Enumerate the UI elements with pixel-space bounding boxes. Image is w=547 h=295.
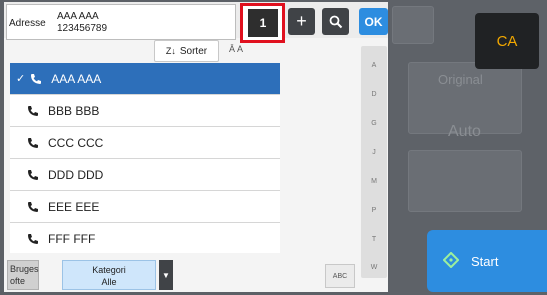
contact-name: EEE EEE bbox=[48, 199, 100, 214]
address-name: AAA AAA bbox=[57, 11, 99, 22]
count-display: 1 bbox=[248, 9, 278, 37]
abc-button[interactable]: ABC bbox=[325, 264, 355, 288]
sort-az-icon: Z↓ bbox=[165, 46, 176, 56]
index-letter[interactable]: T bbox=[361, 236, 387, 243]
index-letter[interactable]: J bbox=[361, 149, 387, 156]
caret-down-icon: ▼ bbox=[162, 270, 170, 280]
contact-name: BBB BBB bbox=[48, 103, 100, 118]
phone-icon bbox=[24, 201, 42, 213]
tab-frequent[interactable]: Bruges ofte bbox=[7, 260, 39, 290]
category-dropdown-button[interactable]: ▼ bbox=[159, 260, 173, 290]
contact-row[interactable]: ✓ AAA AAA bbox=[10, 63, 280, 95]
count-highlight[interactable]: 1 bbox=[240, 3, 285, 43]
start-button[interactable]: Start bbox=[427, 230, 547, 292]
plus-icon: + bbox=[296, 11, 307, 31]
contact-name: CCC CCC bbox=[48, 135, 104, 150]
check-icon: ✓ bbox=[16, 73, 26, 85]
start-icon bbox=[442, 251, 460, 271]
tab-category[interactable]: Kategori Alle bbox=[62, 260, 156, 290]
contact-row[interactable]: DDD DDD bbox=[10, 159, 280, 191]
index-letter[interactable]: P bbox=[361, 207, 387, 214]
sort-row: Z↓ Sorter Ā A bbox=[4, 40, 354, 62]
phone-icon bbox=[27, 73, 45, 85]
phone-icon bbox=[24, 137, 42, 149]
bg-tile bbox=[392, 6, 434, 44]
tab-frequent-line2: ofte bbox=[10, 276, 26, 286]
index-scrollbar[interactable]: A D G J M P T W bbox=[361, 46, 387, 278]
address-row: Adresse AAA AAA 123456789 1 + OK bbox=[4, 2, 388, 43]
address-book-panel: Adresse AAA AAA 123456789 1 + OK Z↓ Sort… bbox=[4, 2, 388, 292]
address-number: 123456789 bbox=[57, 23, 108, 34]
address-label: Adresse bbox=[9, 18, 46, 29]
view-toggle-icon[interactable]: Ā A bbox=[229, 44, 243, 54]
tab-category-line1: Kategori bbox=[92, 265, 126, 275]
phone-icon bbox=[24, 233, 42, 245]
bg-original-label: Original bbox=[438, 72, 483, 87]
contact-name: FFF FFF bbox=[48, 231, 96, 246]
ca-button[interactable]: CA bbox=[475, 13, 539, 69]
add-button[interactable]: + bbox=[288, 8, 315, 35]
bg-tile bbox=[408, 150, 522, 212]
sort-label: Sorter bbox=[179, 45, 208, 57]
index-letter[interactable]: M bbox=[361, 178, 387, 185]
index-letter[interactable]: A bbox=[361, 62, 387, 69]
index-letter[interactable]: D bbox=[361, 91, 387, 98]
search-icon bbox=[329, 15, 342, 28]
contact-row[interactable]: EEE EEE bbox=[10, 191, 280, 223]
contact-row[interactable]: BBB BBB bbox=[10, 95, 280, 127]
search-button[interactable] bbox=[322, 8, 349, 35]
index-letter[interactable]: W bbox=[361, 264, 387, 271]
contact-row[interactable]: FFF FFF bbox=[10, 223, 280, 254]
index-letter[interactable]: G bbox=[361, 120, 387, 127]
address-field[interactable]: Adresse AAA AAA 123456789 bbox=[6, 4, 236, 40]
contact-row[interactable]: CCC CCC bbox=[10, 127, 280, 159]
contact-name: DDD DDD bbox=[48, 167, 104, 182]
sort-button[interactable]: Z↓ Sorter bbox=[154, 40, 219, 62]
bg-auto-label: Auto bbox=[448, 123, 481, 140]
contact-list: ✓ AAA AAA BBB BBB CCC CCC DDD DDD EEE EE… bbox=[10, 63, 280, 253]
tab-category-line2: Alle bbox=[101, 277, 117, 287]
ok-button[interactable]: OK bbox=[359, 8, 388, 35]
phone-icon bbox=[24, 169, 42, 181]
start-label: Start bbox=[471, 253, 499, 269]
tab-frequent-line1: Bruges bbox=[10, 264, 39, 274]
phone-icon bbox=[24, 105, 42, 117]
contact-name: AAA AAA bbox=[51, 71, 102, 86]
